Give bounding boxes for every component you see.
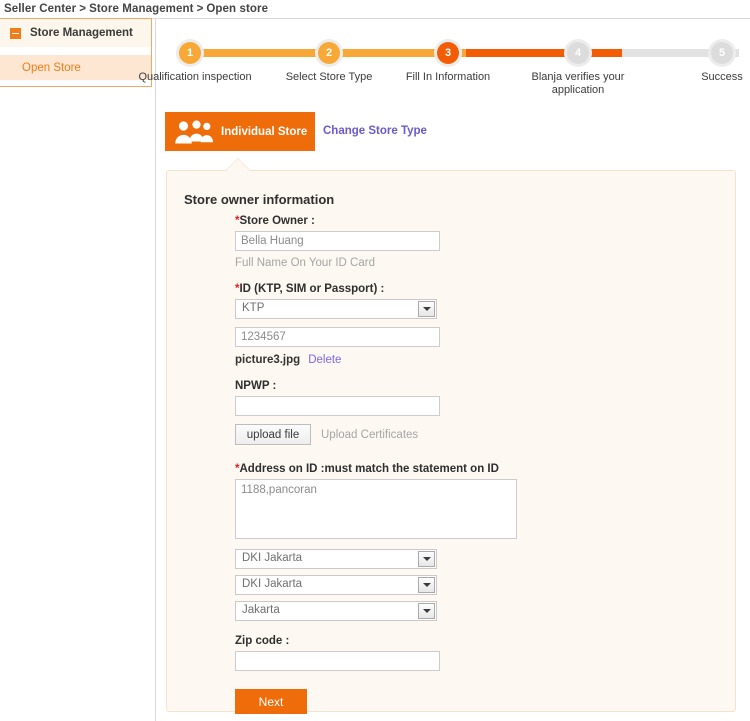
- stepper-circle-5[interactable]: 5: [711, 42, 733, 64]
- progress-stepper: 1 2 3 4 5 Qualification inspection Selec…: [138, 42, 743, 102]
- chevron-down-icon[interactable]: [418, 301, 435, 317]
- tab-individual-store[interactable]: Individual Store: [165, 112, 315, 151]
- stepper-number: 4: [574, 46, 582, 59]
- sidebar: Store Management Open Store: [0, 18, 152, 721]
- district-value: Jakarta: [242, 604, 280, 616]
- stepper-circle-1[interactable]: 1: [179, 42, 201, 64]
- npwp-input[interactable]: [235, 396, 440, 416]
- id-file-row: picture3.jpg Delete: [235, 354, 695, 366]
- chevron-down-icon[interactable]: [418, 603, 435, 619]
- npwp-label: NPWP :: [235, 380, 277, 392]
- breadcrumb: Seller Center > Store Management > Open stor…: [4, 3, 268, 15]
- province-select[interactable]: DKI Jakarta: [235, 549, 437, 569]
- store-owner-input[interactable]: [235, 231, 440, 251]
- upload-caption: Upload Certificates: [321, 428, 419, 441]
- zip-code-label: Zip code :: [235, 635, 290, 647]
- address-label-text: Address on ID :must match the statement …: [239, 463, 499, 475]
- id-number-input[interactable]: [235, 327, 440, 347]
- upload-file-button[interactable]: upload file: [235, 424, 311, 445]
- stepper-circle-4[interactable]: 4: [567, 42, 589, 64]
- stepper-label-5: Success: [701, 71, 743, 83]
- store-owner-label: *Store Owner :: [235, 215, 695, 227]
- stepper-number: 3: [444, 46, 452, 59]
- stepper-circle-2[interactable]: 2: [318, 42, 340, 64]
- stepper-segment-3: [466, 49, 622, 57]
- store-owner-form-panel: Store owner information *Store Owner : F…: [166, 170, 736, 714]
- zip-code-input[interactable]: [235, 651, 440, 671]
- page-title: Store owner information: [184, 192, 335, 207]
- tab-individual-store-label: Individual Store: [221, 125, 308, 138]
- stepper-number: 2: [325, 46, 333, 59]
- next-button[interactable]: Next: [235, 689, 307, 714]
- breadcrumb-item-open-store: Open store: [206, 3, 269, 15]
- address-label: *Address on ID :must match the statement…: [235, 463, 695, 475]
- breadcrumb-separator: >: [79, 3, 87, 15]
- province-value: DKI Jakarta: [242, 552, 303, 564]
- form-fields: *Store Owner : Full Name On Your ID Card…: [235, 215, 695, 714]
- stepper-label-4: Blanja verifies your application: [531, 71, 625, 96]
- sidebar-spacer: [0, 80, 151, 86]
- sidebar-item-label: Open Store: [22, 61, 81, 74]
- sidebar-spacer: [0, 48, 151, 55]
- stepper-number: 1: [186, 46, 194, 59]
- city-select[interactable]: DKI Jakarta: [235, 575, 437, 595]
- panel-notch: [226, 159, 250, 171]
- open-store-page: Seller Center > Store Management > Open stor…: [0, 0, 750, 721]
- stepper-label-1: Qualification inspection: [138, 71, 252, 83]
- breadcrumb-separator: >: [196, 3, 204, 15]
- district-select[interactable]: Jakarta: [235, 601, 437, 621]
- id-type-label-text: ID (KTP, SIM or Passport) :: [239, 283, 385, 295]
- chevron-down-icon[interactable]: [418, 577, 435, 593]
- stepper-segment-1: [179, 49, 329, 57]
- sidebar-section-label: Store Management: [30, 27, 133, 39]
- store-owner-hint: Full Name On Your ID Card: [235, 257, 375, 269]
- stepper-circle-3[interactable]: 3: [437, 42, 459, 64]
- id-file-name: picture3.jpg: [235, 354, 301, 366]
- users-group-icon: [175, 120, 213, 143]
- city-value: DKI Jakarta: [242, 578, 303, 590]
- stepper-number: 5: [718, 46, 726, 59]
- upload-row: upload file Upload Certificates: [235, 424, 695, 445]
- id-type-label: *ID (KTP, SIM or Passport) :: [235, 283, 695, 295]
- change-store-type-link[interactable]: Change Store Type: [323, 125, 427, 137]
- chevron-down-icon[interactable]: [418, 551, 435, 567]
- breadcrumb-item-store-management[interactable]: Store Management: [89, 3, 193, 15]
- sidebar-panel: Store Management Open Store: [0, 18, 152, 87]
- sidebar-item-open-store[interactable]: Open Store: [0, 55, 151, 80]
- sidebar-section-store-management[interactable]: Store Management: [0, 19, 151, 48]
- delete-file-link[interactable]: Delete: [308, 354, 341, 366]
- address-textarea[interactable]: [235, 479, 517, 539]
- breadcrumb-item-seller-center[interactable]: Seller Center: [4, 3, 76, 15]
- stepper-label-2: Select Store Type: [285, 71, 373, 83]
- id-type-select[interactable]: KTP: [235, 299, 437, 319]
- minus-square-icon[interactable]: [10, 27, 21, 39]
- store-owner-label-text: Store Owner :: [239, 215, 315, 227]
- stepper-label-3: Fill In Information: [405, 71, 491, 83]
- id-type-value: KTP: [242, 302, 265, 314]
